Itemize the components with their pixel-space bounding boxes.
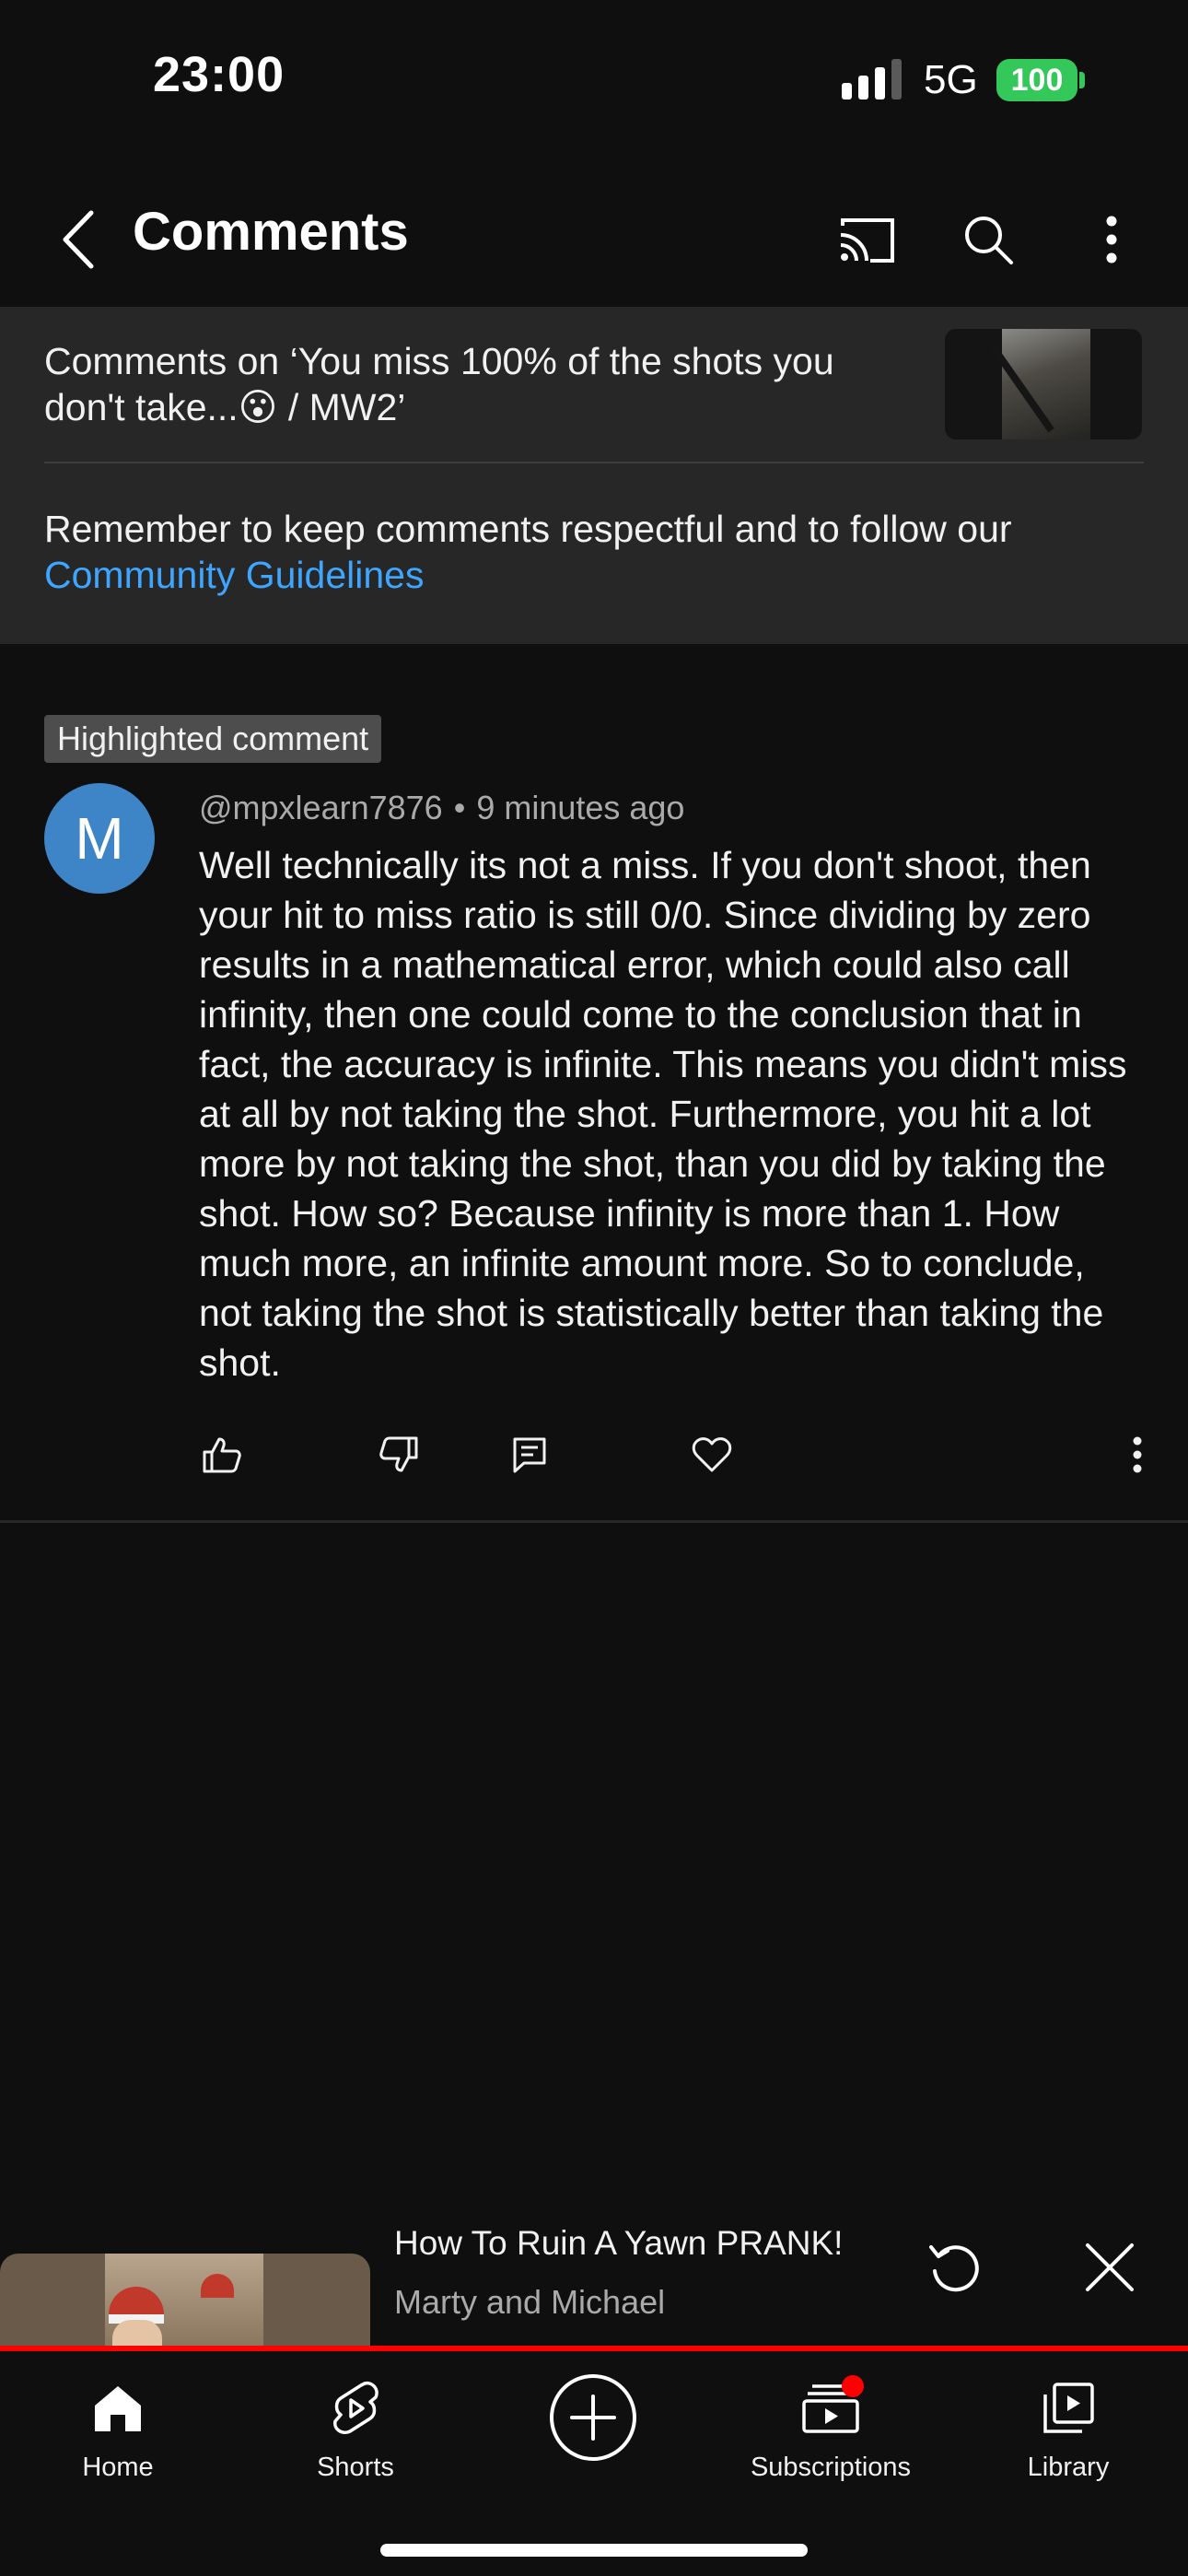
mini-player[interactable]: How To Ruin A Yawn PRANK! Marty and Mich… <box>0 2196 1188 2346</box>
cast-icon <box>840 218 894 263</box>
mini-player-thumbnail[interactable] <box>0 2254 370 2346</box>
close-icon <box>1086 2243 1134 2291</box>
replay-button[interactable] <box>914 2226 996 2309</box>
comment-time: 9 minutes ago <box>476 789 685 826</box>
heart-button[interactable] <box>680 1426 744 1483</box>
more-vert-icon <box>1133 1436 1142 1473</box>
more-vert-icon <box>1106 216 1117 263</box>
status-bar: 23:00 5G 100 <box>0 0 1188 157</box>
home-indicator <box>380 2544 808 2557</box>
nav-home-label: Home <box>82 2453 154 2482</box>
reply-icon <box>513 1437 546 1473</box>
video-title[interactable]: Comments on ‘You miss 100% of the shots … <box>44 338 910 430</box>
comment-text: Well technically its not a miss. If you … <box>199 844 1127 1384</box>
battery-icon: 100 <box>996 59 1077 101</box>
nav-shorts[interactable]: Shorts <box>254 2364 457 2502</box>
comments-info-panel: Comments on ‘You miss 100% of the shots … <box>0 307 1188 644</box>
replay-icon <box>929 2245 979 2292</box>
dislike-button[interactable] <box>367 1426 431 1483</box>
search-icon <box>965 217 1013 264</box>
thumbnail-face <box>112 2320 162 2346</box>
search-button[interactable] <box>947 198 1030 281</box>
nav-subscriptions[interactable]: Subscriptions <box>729 2364 932 2502</box>
dislike-icon <box>379 1436 418 1472</box>
create-button[interactable] <box>492 2364 694 2502</box>
back-icon <box>63 210 94 269</box>
nav-home[interactable]: Home <box>17 2364 219 2502</box>
more-options-button[interactable] <box>1070 198 1153 281</box>
like-button[interactable] <box>190 1426 254 1483</box>
video-thumbnail[interactable] <box>945 329 1142 439</box>
create-icon <box>550 2374 636 2461</box>
mini-player-channel: Marty and Michael <box>394 2283 666 2321</box>
close-button[interactable] <box>1068 2226 1151 2309</box>
section-divider <box>0 1520 1188 1523</box>
reply-button[interactable] <box>497 1426 562 1483</box>
comment-author[interactable]: @mpxlearn7876 <box>199 789 443 826</box>
mini-player-title[interactable]: How To Ruin A Yawn PRANK! <box>394 2224 843 2263</box>
comment-meta: @mpxlearn7876 • 9 minutes ago <box>199 789 684 827</box>
panel-divider <box>44 462 1144 463</box>
cast-button[interactable] <box>823 198 912 281</box>
comment-more-button[interactable] <box>1105 1426 1170 1483</box>
battery-cap <box>1079 72 1085 88</box>
status-time: 23:00 <box>153 47 285 102</box>
avatar[interactable]: M <box>44 783 155 894</box>
home-icon <box>95 2386 141 2431</box>
back-button[interactable] <box>37 198 120 281</box>
nav-library-label: Library <box>1027 2453 1110 2482</box>
page-title: Comments <box>133 202 409 262</box>
network-type: 5G <box>924 57 978 102</box>
nav-shorts-label: Shorts <box>317 2453 394 2482</box>
highlighted-comment-badge: Highlighted comment <box>44 715 382 763</box>
top-bar: Comments <box>0 175 1188 304</box>
library-icon <box>1043 2383 1094 2433</box>
like-icon <box>203 1437 241 1473</box>
bottom-nav: Home Shorts Subscriptions Library <box>0 2351 1188 2576</box>
meta-separator: • <box>453 789 466 826</box>
guidelines-text: Remember to keep comments respectful and… <box>44 508 1012 550</box>
heart-icon <box>692 1437 732 1472</box>
community-guidelines-link[interactable]: Community Guidelines <box>44 552 1149 598</box>
notification-dot <box>842 2375 864 2397</box>
nav-subscriptions-label: Subscriptions <box>750 2453 912 2482</box>
guidelines-notice: Remember to keep comments respectful and… <box>44 506 1149 598</box>
cellular-signal-icon <box>842 59 904 100</box>
nav-library[interactable]: Library <box>967 2364 1170 2502</box>
shorts-icon <box>333 2381 379 2434</box>
